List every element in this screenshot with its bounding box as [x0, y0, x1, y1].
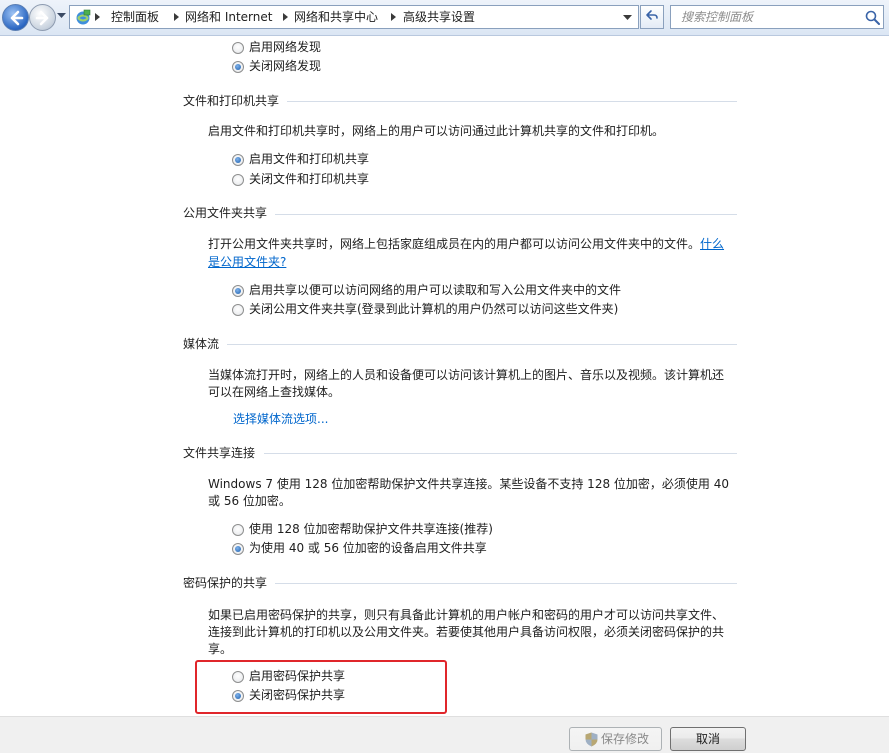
breadcrumb-separator-icon[interactable] — [391, 13, 396, 21]
section-heading-file-sharing-connections: 文件共享连接 — [183, 446, 256, 460]
back-button[interactable] — [2, 4, 29, 31]
address-toolbar: 控制面板 网络和 Internet 网络和共享中心 高级共享设置 — [0, 0, 889, 36]
what-is-public-folder-link[interactable]: 是公用文件夹? — [208, 255, 286, 269]
media-streaming-description-line1: 当媒体流打开时，网络上的人员和设备便可以访问该计算机上的图片、音乐以及视频。该计… — [208, 368, 725, 382]
radio-button[interactable] — [232, 174, 244, 186]
choose-media-streaming-options-link[interactable]: 选择媒体流选项... — [233, 412, 328, 426]
advanced-sharing-settings-panel: 启用网络发现 关闭网络发现 文件和打印机共享 启用文件和打印机共享时，网络上的用… — [0, 37, 889, 716]
radio-button[interactable] — [232, 524, 244, 536]
section-heading-public-folder-sharing: 公用文件夹共享 — [183, 206, 268, 220]
password-sharing-description-line2: 连接到此计算机的打印机以及公用文件夹。若要使其他用户具备访问权限，必须关闭密码保… — [208, 625, 725, 639]
network-icon — [76, 9, 91, 25]
section-divider — [227, 344, 737, 345]
public-folder-sharing-description: 打开公用文件夹共享时，网络上包括家庭组成员在内的用户都可以访问公用文件夹中的文件… — [208, 237, 725, 251]
media-streaming-options-link-row: 选择媒体流选项... — [233, 411, 758, 428]
search-icon[interactable] — [865, 10, 880, 25]
password-sharing-description-line3: 享。 — [208, 642, 233, 656]
breadcrumb-network-internet[interactable]: 网络和 Internet — [185, 9, 272, 26]
radio-button[interactable] — [232, 42, 244, 54]
section-divider — [275, 583, 737, 584]
file-sharing-connections-description-line1: Windows 7 使用 128 位加密帮助保护文件共享连接。某些设备不支持 1… — [208, 477, 729, 491]
highlight-box — [195, 660, 447, 714]
media-streaming-description-line2: 可以在网络上查找媒体。 — [208, 385, 341, 399]
breadcrumb-separator-icon[interactable] — [95, 13, 100, 21]
breadcrumb-separator-icon[interactable] — [283, 13, 288, 21]
file-printer-sharing-description: 启用文件和打印机共享时，网络上的用户可以访问通过此计算机共享的文件和打印机。 — [208, 124, 665, 138]
radio-button-selected[interactable] — [232, 285, 244, 297]
file-sharing-connections-description-line2: 或 56 位加密。 — [208, 494, 291, 508]
section-heading-password-protected-sharing: 密码保护的共享 — [183, 576, 268, 590]
cancel-button[interactable]: 取消 — [670, 727, 746, 751]
breadcrumb-separator-icon[interactable] — [174, 13, 179, 21]
shield-icon — [585, 732, 598, 747]
section-divider — [275, 214, 737, 215]
public-folder-help-link-line2: 是公用文件夹? — [208, 254, 733, 271]
radio-button-selected[interactable] — [232, 154, 244, 166]
section-divider — [287, 101, 737, 102]
back-arrow-icon — [10, 10, 24, 26]
breadcrumb-advanced-sharing[interactable]: 高级共享设置 — [403, 9, 475, 26]
recent-pages-dropdown-icon[interactable] — [57, 13, 66, 19]
password-sharing-description-line1: 如果已启用密码保护的共享，则只有具备此计算机的用户帐户和密码的用户才可以访问共享… — [208, 608, 725, 622]
section-divider — [264, 453, 737, 454]
what-is-public-folder-link[interactable]: 什么 — [700, 237, 724, 251]
radio-button[interactable] — [232, 304, 244, 316]
forward-arrow-icon — [35, 10, 49, 26]
radio-button-selected[interactable] — [232, 543, 244, 555]
save-changes-button[interactable]: 保存修改 — [569, 727, 662, 751]
search-input[interactable] — [671, 6, 861, 28]
address-bar[interactable]: 控制面板 网络和 Internet 网络和共享中心 高级共享设置 — [69, 5, 639, 29]
section-heading-media-streaming: 媒体流 — [183, 337, 220, 351]
search-box[interactable] — [670, 5, 884, 29]
footer-bar: 保存修改 取消 — [0, 716, 889, 753]
breadcrumb-network-sharing-center[interactable]: 网络和共享中心 — [294, 9, 378, 26]
forward-button[interactable] — [29, 4, 56, 31]
radio-button-selected[interactable] — [232, 61, 244, 73]
breadcrumb-control-panel[interactable]: 控制面板 — [111, 9, 159, 26]
refresh-icon — [646, 10, 658, 20]
address-dropdown-icon[interactable] — [623, 15, 632, 21]
refresh-button[interactable] — [640, 5, 664, 29]
section-heading-file-printer-sharing: 文件和打印机共享 — [183, 94, 280, 108]
